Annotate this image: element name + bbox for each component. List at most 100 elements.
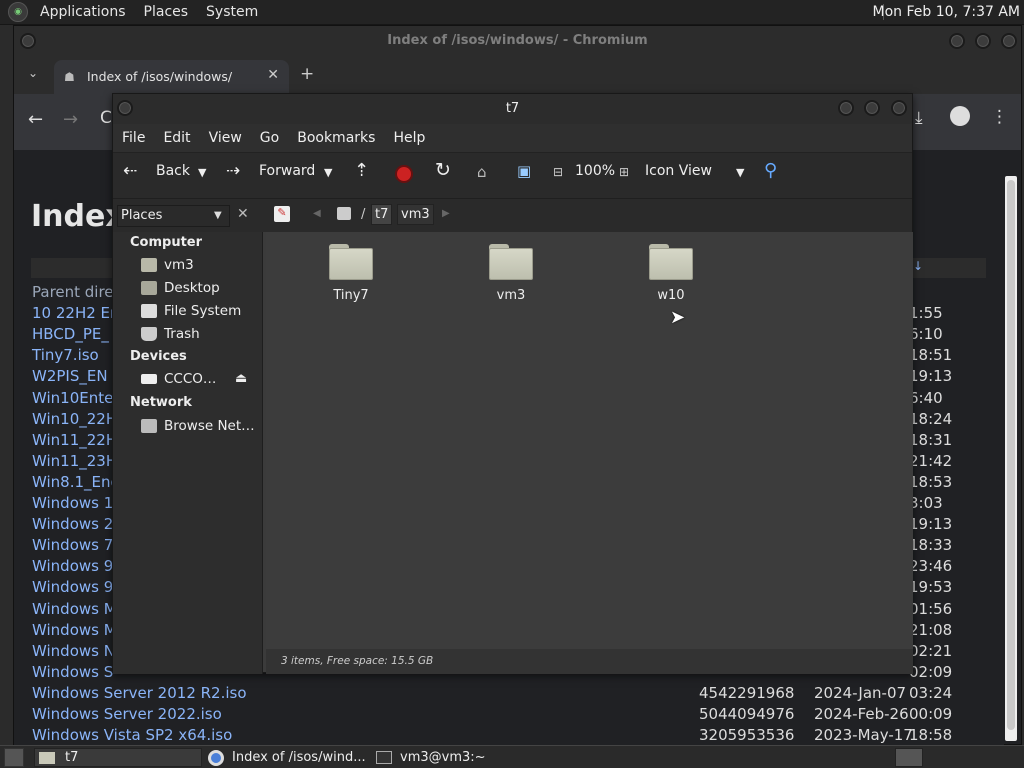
view-mode-dropdown-icon[interactable]: ▼: [736, 166, 744, 179]
sidebar-selector[interactable]: Places ▼: [117, 205, 230, 227]
back-arrow-icon[interactable]: ←: [28, 109, 43, 130]
scroll-right-icon[interactable]: ▶: [442, 208, 450, 219]
new-tab-button[interactable]: +: [300, 64, 314, 84]
edit-location-icon[interactable]: ✎: [274, 206, 290, 222]
file-link[interactable]: Windows Server 2012 R2.iso: [32, 684, 247, 702]
menu-go[interactable]: Go: [251, 130, 288, 146]
crumb-t7[interactable]: t7: [371, 204, 393, 225]
computer-icon[interactable]: ▣: [517, 162, 531, 180]
clock[interactable]: Mon Feb 10, 7:37 AM: [873, 4, 1020, 20]
crumb-vm3[interactable]: vm3: [397, 204, 434, 225]
download-icon[interactable]: ⤓: [915, 108, 923, 128]
stop-icon[interactable]: [395, 165, 413, 183]
menu-file[interactable]: File: [113, 130, 154, 146]
sidebar-item-device[interactable]: CCCO…: [141, 371, 216, 387]
menu-edit[interactable]: Edit: [154, 130, 199, 146]
task-chromium[interactable]: Index of /isos/wind...: [206, 748, 366, 767]
file-link[interactable]: Win10Ente: [32, 389, 113, 407]
file-link[interactable]: Windows 9: [32, 578, 113, 596]
file-manager-titlebar[interactable]: t7: [113, 94, 912, 124]
file-link[interactable]: Windows 9: [32, 557, 113, 575]
window-menu-button[interactable]: [20, 33, 36, 49]
reload-icon[interactable]: ↻: [435, 159, 451, 181]
system-menu[interactable]: System: [200, 4, 264, 20]
file-link[interactable]: Win11_22H: [32, 431, 117, 449]
forward-history-dropdown-icon[interactable]: ▼: [324, 166, 332, 179]
workspace-switcher-icon[interactable]: [895, 748, 923, 767]
view-mode-select[interactable]: Icon View: [645, 163, 712, 179]
forward-arrow-icon[interactable]: →: [63, 109, 78, 130]
menu-bookmarks[interactable]: Bookmarks: [288, 130, 384, 146]
search-icon[interactable]: ⚲: [764, 160, 777, 181]
tab-index-of-isos[interactable]: ☗ Index of /isos/windows/ ✕: [54, 60, 289, 94]
reload-icon[interactable]: C: [100, 108, 112, 128]
show-desktop-icon[interactable]: [4, 748, 24, 767]
maximize-button[interactable]: [975, 33, 991, 49]
up-icon[interactable]: ⇡: [354, 160, 369, 181]
file-manager-window-title: t7: [505, 101, 520, 116]
file-link[interactable]: HBCD_PE_: [32, 325, 109, 343]
file-link[interactable]: Win8.1_Eng: [32, 473, 120, 491]
zoom-in-icon[interactable]: ⊞: [619, 165, 629, 179]
file-link[interactable]: Windows M: [32, 600, 117, 618]
window-menu-button[interactable]: [117, 100, 133, 116]
scroll-left-icon[interactable]: ◀: [313, 208, 321, 219]
root-drive-icon[interactable]: [337, 207, 351, 220]
sidebar-item-browse-network[interactable]: Browse Net…: [141, 418, 255, 434]
folder-w10[interactable]: w10: [616, 242, 726, 303]
close-sidebar-icon[interactable]: ✕: [237, 206, 249, 222]
eject-icon[interactable]: ⏏: [235, 371, 247, 386]
tab-search-icon[interactable]: ⌄: [28, 66, 38, 80]
file-link[interactable]: Windows Server 2022.iso: [32, 705, 222, 723]
file-time: 18:53: [909, 472, 953, 491]
sidebar-item-vm3[interactable]: vm3: [141, 257, 194, 273]
file-link[interactable]: Windows 1: [32, 494, 113, 512]
applications-menu[interactable]: Applications: [34, 4, 132, 20]
sidebar-item-file-system[interactable]: File System: [141, 303, 241, 319]
folder-tiny7[interactable]: Tiny7: [296, 242, 406, 303]
file-link[interactable]: Win10_22H: [32, 410, 117, 428]
back-icon[interactable]: ⇠: [123, 161, 137, 181]
folder-vm3[interactable]: vm3: [456, 242, 566, 303]
tab-close-icon[interactable]: ✕: [267, 67, 279, 83]
scrollbar-thumb[interactable]: [1007, 180, 1015, 730]
file-link[interactable]: Windows S: [32, 663, 113, 681]
file-link[interactable]: W2PIS_EN: [32, 367, 108, 385]
menu-help[interactable]: Help: [384, 130, 434, 146]
places-menu[interactable]: Places: [138, 4, 195, 20]
zoom-out-icon[interactable]: ⊟: [553, 165, 563, 179]
chromium-titlebar[interactable]: Index of /isos/windows/ - Chromium: [14, 26, 1021, 56]
file-link[interactable]: Windows 7: [32, 536, 113, 554]
minimize-button[interactable]: [949, 33, 965, 49]
file-time: 02:09: [909, 662, 953, 681]
minimize-button[interactable]: [838, 100, 854, 116]
sidebar-item-desktop[interactable]: Desktop: [141, 280, 220, 296]
menu-view[interactable]: View: [200, 130, 251, 146]
file-link[interactable]: Windows Vista SP2 x64.iso: [32, 726, 232, 744]
sidebar-item-trash[interactable]: Trash: [141, 326, 200, 342]
distro-logo-icon[interactable]: ◉: [8, 2, 28, 22]
sort-arrow-icon[interactable]: ↓: [913, 259, 923, 273]
file-link[interactable]: Tiny7.iso: [32, 346, 99, 364]
file-link[interactable]: Windows M: [32, 621, 117, 639]
file-link[interactable]: Windows N: [32, 642, 115, 660]
menu-kebab-icon[interactable]: ⋮: [991, 107, 1008, 127]
close-button[interactable]: [1001, 33, 1017, 49]
task-t7[interactable]: t7: [34, 748, 202, 767]
forward-button[interactable]: Forward: [259, 163, 315, 179]
profile-avatar-icon[interactable]: [950, 106, 970, 126]
forward-icon[interactable]: ⇢: [226, 161, 240, 181]
file-link[interactable]: Windows 2: [32, 515, 113, 533]
file-link[interactable]: Parent dire: [32, 283, 114, 301]
file-time: 01:56: [909, 599, 953, 618]
home-icon[interactable]: ⌂: [477, 163, 487, 181]
file-link[interactable]: Win11_23H: [32, 452, 117, 470]
back-button[interactable]: Back: [156, 163, 190, 179]
task-terminal[interactable]: vm3@vm3:~: [374, 748, 524, 767]
back-history-dropdown-icon[interactable]: ▼: [198, 166, 206, 179]
file-link[interactable]: 10 22H2 En: [32, 304, 120, 322]
maximize-button[interactable]: [864, 100, 880, 116]
close-button[interactable]: [891, 100, 907, 116]
page-scrollbar[interactable]: [1005, 176, 1017, 741]
home-folder-icon: [141, 258, 157, 272]
